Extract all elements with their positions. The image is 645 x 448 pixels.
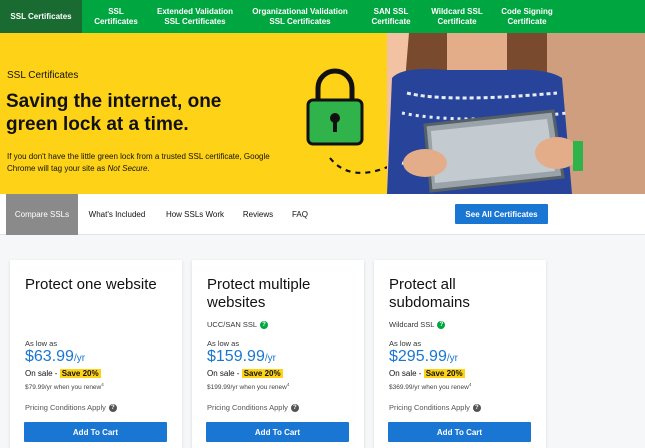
see-all-certificates-button[interactable]: See All Certificates xyxy=(455,204,548,224)
add-to-cart-button[interactable]: Add To Cart xyxy=(24,422,167,442)
tab-how-ssls-work[interactable]: How SSLs Work xyxy=(160,194,230,235)
plan-price: $295.99/yr xyxy=(389,348,458,365)
renewal-price: $199.99/yr when you renew4 xyxy=(207,382,290,392)
plan-card-one-website: Protect one website As low as $63.99/yr … xyxy=(10,260,182,448)
hero-headline: Saving the internet, one green lock at a… xyxy=(6,91,222,135)
nav-home-ssl-certificates[interactable]: SSL Certificates xyxy=(0,0,82,33)
plan-card-multiple-websites: Protect multiple websites UCC/SAN SSL? A… xyxy=(192,260,364,448)
help-icon[interactable]: ? xyxy=(437,320,446,329)
plan-title: Protect one website xyxy=(25,276,157,293)
nav-ssl-certificates[interactable]: SSL Certificates xyxy=(82,0,150,38)
hero-description: If you don't have the little green lock … xyxy=(7,152,270,173)
save-badge: Save 20% xyxy=(423,369,465,378)
pricing-conditions-link[interactable]: Pricing Conditions Apply? xyxy=(389,403,481,412)
as-low-as-label: As low as xyxy=(389,339,422,348)
renewal-price: $79.99/yr when you renew4 xyxy=(25,382,104,392)
help-icon[interactable]: ? xyxy=(108,403,117,412)
nav-wildcard-ssl[interactable]: Wildcard SSL Certificate xyxy=(422,0,492,33)
nav-organizational-validation[interactable]: Organizational Validation SSL Certificat… xyxy=(240,0,360,33)
as-low-as-label: As low as xyxy=(25,339,58,348)
pricing-conditions-link[interactable]: Pricing Conditions Apply? xyxy=(207,403,299,412)
add-to-cart-button[interactable]: Add To Cart xyxy=(388,422,531,442)
sale-line: On sale - Save 20% xyxy=(207,369,283,378)
top-nav: SSL Certificates SSL Certificates Extend… xyxy=(0,0,645,38)
tab-faq[interactable]: FAQ xyxy=(284,194,316,235)
plan-subtitle: UCC/SAN SSL? xyxy=(207,320,269,329)
renewal-price: $369.99/yr when you renew4 xyxy=(389,382,472,392)
hero-banner: SSL Certificates Saving the internet, on… xyxy=(0,33,645,194)
help-icon[interactable]: ? xyxy=(290,403,299,412)
nav-code-signing[interactable]: Code Signing Certificate xyxy=(492,0,562,33)
help-icon[interactable]: ? xyxy=(260,320,269,329)
save-badge: Save 20% xyxy=(241,369,283,378)
hero-kicker: SSL Certificates xyxy=(7,70,79,81)
as-low-as-label: As low as xyxy=(207,339,240,348)
tab-compare-ssls[interactable]: Compare SSLs xyxy=(6,194,78,235)
plan-price: $159.99/yr xyxy=(207,348,276,365)
plan-card-all-subdomains: Protect all subdomains Wildcard SSL? As … xyxy=(374,260,546,448)
plan-price: $63.99/yr xyxy=(25,348,86,365)
pricing-conditions-link[interactable]: Pricing Conditions Apply? xyxy=(25,403,117,412)
tab-whats-included[interactable]: What's Included xyxy=(80,194,154,235)
sale-line: On sale - Save 20% xyxy=(389,369,465,378)
add-to-cart-button[interactable]: Add To Cart xyxy=(206,422,349,442)
nav-san-ssl[interactable]: SAN SSL Certificate xyxy=(360,0,422,33)
hero-photo-woman-with-tablet xyxy=(387,33,645,194)
plan-title: Protect all subdomains xyxy=(389,276,470,311)
plan-title: Protect multiple websites xyxy=(207,276,311,311)
section-tabs: Compare SSLs What's Included How SSLs Wo… xyxy=(0,194,645,235)
tab-reviews[interactable]: Reviews xyxy=(236,194,280,235)
sale-line: On sale - Save 20% xyxy=(25,369,101,378)
nav-extended-validation[interactable]: Extended Validation SSL Certificates xyxy=(150,0,240,33)
save-badge: Save 20% xyxy=(59,369,101,378)
help-icon[interactable]: ? xyxy=(472,403,481,412)
plan-subtitle: Wildcard SSL? xyxy=(389,320,446,329)
